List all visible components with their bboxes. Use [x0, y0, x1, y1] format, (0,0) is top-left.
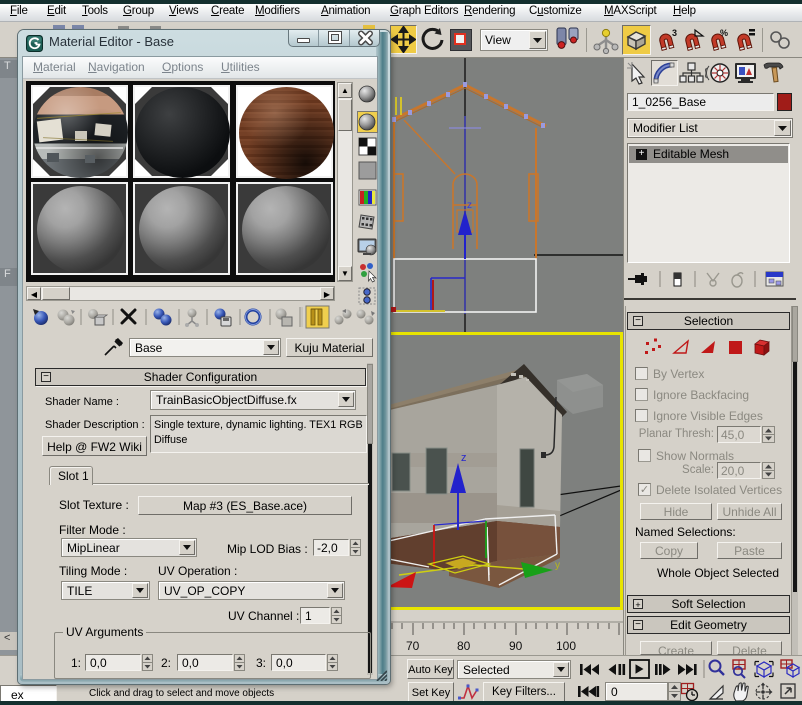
svg-text:3: 3: [672, 28, 677, 38]
svg-text:%: %: [720, 28, 728, 38]
svg-text:z: z: [461, 452, 467, 464]
svg-text:90: 90: [509, 639, 523, 653]
svg-text:z: z: [467, 200, 472, 211]
svg-text:100: 100: [556, 639, 576, 653]
svg-text:70: 70: [406, 639, 420, 653]
svg-text:80: 80: [457, 639, 471, 653]
svg-text:y: y: [555, 560, 560, 571]
